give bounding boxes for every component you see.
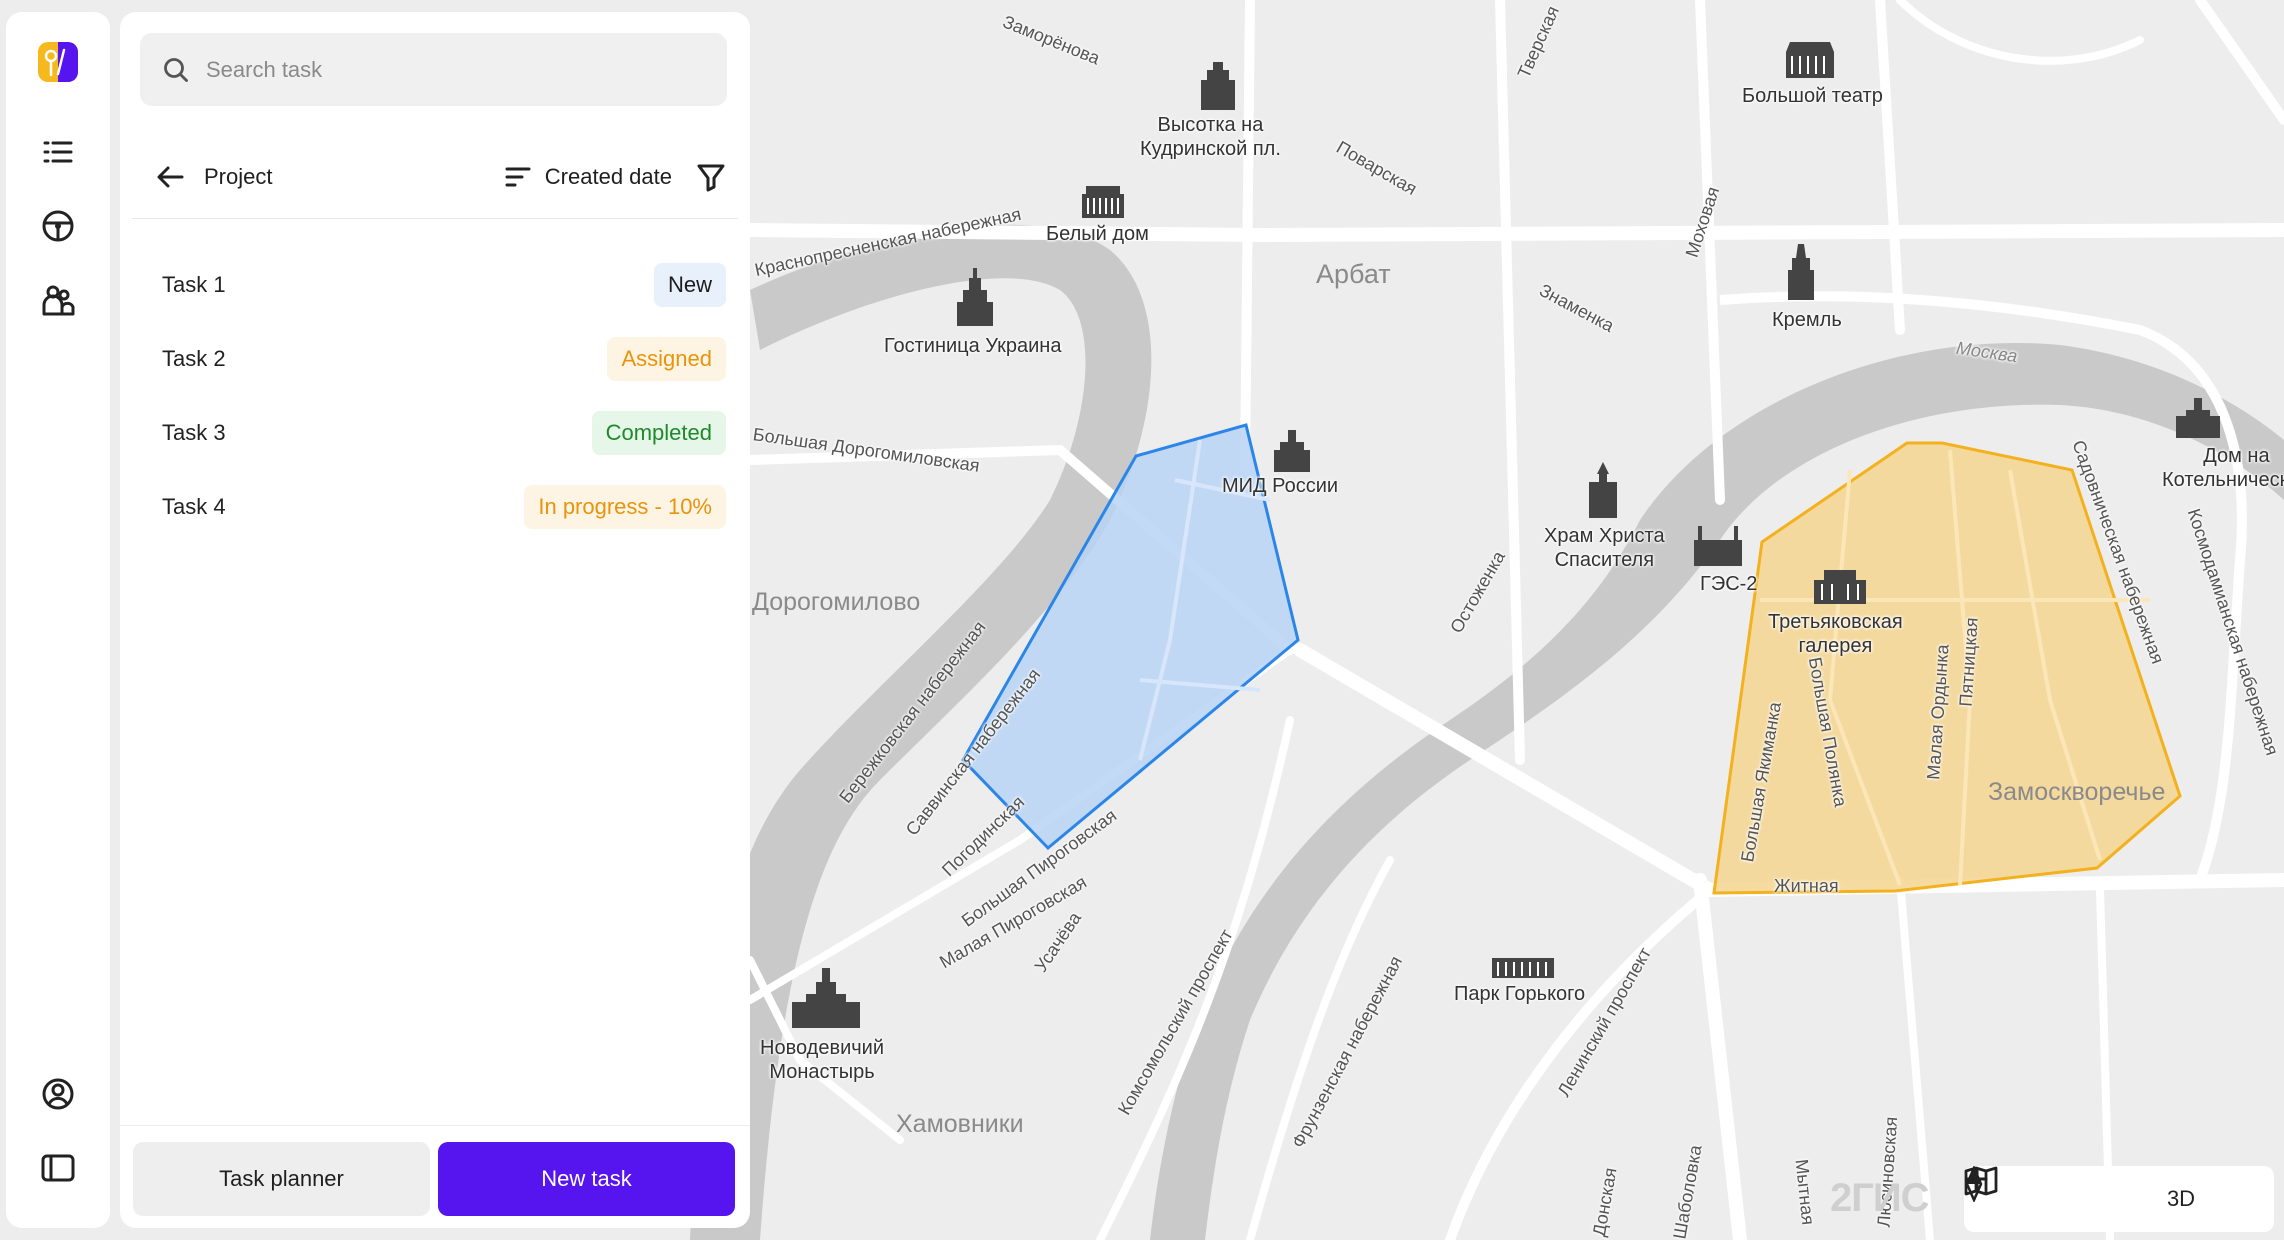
kremlin-icon — [1788, 244, 1814, 300]
task-panel: Project Created date Task 1 New Task 2 A… — [120, 12, 750, 1228]
map-label-dom-kotel: Дом на Котельнической — [2162, 445, 2284, 491]
park-gate-icon — [1492, 958, 1554, 978]
back-label: Project — [204, 164, 273, 189]
map-label-arbat: Арбат — [1316, 259, 1391, 289]
map-label-bolshoi: Большой театр — [1742, 85, 1883, 107]
map-label-kreml: Кремль — [1772, 309, 1842, 331]
map-layers-icon — [1964, 1166, 1998, 1196]
map-label-zamoskvorechye: Замоскворечье — [1988, 778, 2166, 806]
left-rail — [6, 12, 110, 1228]
gallery-icon — [1814, 570, 1866, 604]
building-icon — [1201, 62, 1235, 110]
user-circle-icon — [42, 1078, 74, 1110]
team-icon — [42, 285, 75, 316]
compass-button[interactable] — [1965, 1166, 2145, 1225]
sidebar-toggle-icon — [41, 1154, 75, 1182]
app-logo-icon — [38, 42, 78, 82]
ges-icon — [1694, 526, 1742, 566]
3d-button[interactable]: 3D — [2155, 1173, 2207, 1225]
sort-label: Created date — [544, 164, 672, 189]
task-toolbar: Project Created date — [132, 142, 738, 212]
government-building-icon — [1082, 186, 1124, 218]
theatre-icon — [1786, 42, 1834, 78]
map-label-novodevichy: Новодевичий Монастырь — [760, 1037, 885, 1083]
task-row[interactable]: Task 3 Completed — [132, 396, 738, 470]
filter-button[interactable] — [696, 162, 726, 192]
steering-wheel-icon — [42, 210, 74, 242]
task-row[interactable]: Task 1 New — [132, 248, 738, 322]
ministry-icon — [1274, 430, 1310, 472]
task-row[interactable]: Task 2 Assigned — [132, 322, 738, 396]
map-label-khamovniki: Хамовники — [896, 1110, 1024, 1138]
map-label-tretyakovka: Третьяковская галерея — [1768, 611, 1903, 657]
map-label-ukraina: Гостиница Украина — [884, 335, 1062, 357]
2gis-logo: 2ГИС — [1830, 1176, 1930, 1220]
status-badge-new: New — [653, 263, 726, 307]
search-box[interactable] — [140, 33, 727, 106]
toolbar-divider — [132, 218, 738, 219]
arrow-left-icon — [157, 166, 184, 188]
map-label-ges: ГЭС-2 — [1700, 573, 1758, 595]
map-label-bely-dom: Белый дом — [1046, 223, 1149, 245]
map-layers-button[interactable] — [1964, 1166, 2269, 1225]
back-to-project-button[interactable]: Project — [156, 164, 272, 190]
new-task-button[interactable]: New task — [438, 1142, 735, 1216]
tower-icon — [957, 268, 993, 326]
sort-button[interactable]: Created date — [505, 164, 672, 190]
map-label-vysotka: Высотка на Кудринской пл. — [1140, 114, 1281, 160]
task-name: Task 1 — [162, 272, 226, 297]
filter-icon — [697, 164, 725, 192]
status-badge-in-progress: In progress - 10% — [524, 485, 726, 529]
rail-vehicles-button[interactable] — [34, 202, 82, 250]
app-logo[interactable] — [34, 38, 82, 86]
search-icon — [164, 57, 188, 82]
footer-divider — [120, 1125, 750, 1126]
sort-icon — [505, 167, 531, 187]
zoom-in-button[interactable] — [1966, 1168, 2083, 1225]
map-controls: 3D — [1964, 1166, 2274, 1232]
task-planner-button[interactable]: Task planner — [133, 1142, 430, 1216]
3d-label: 3D — [2166, 1186, 2196, 1211]
list-icon — [43, 141, 73, 163]
task-name: Task 2 — [162, 346, 226, 371]
search-input[interactable] — [206, 56, 686, 83]
map-label-hram: Храм Христа Спасителя — [1544, 525, 1665, 571]
task-row[interactable]: Task 4 In progress - 10% — [132, 470, 738, 544]
cathedral-icon — [1589, 462, 1617, 518]
status-badge-completed: Completed — [591, 411, 726, 455]
map-label-dorogomilovo: Дорогомилово — [752, 588, 921, 616]
highrise-icon — [2176, 398, 2220, 438]
task-name: Task 4 — [162, 494, 226, 519]
rail-profile-button[interactable] — [34, 1070, 82, 1118]
rail-toggle-panel-button[interactable] — [34, 1144, 82, 1192]
task-name: Task 3 — [162, 420, 226, 445]
rail-team-button[interactable] — [34, 276, 82, 324]
task-list: Task 1 New Task 2 Assigned Task 3 Comple… — [132, 248, 738, 544]
map-label-park-gorkogo: Парк Горького — [1454, 983, 1586, 1005]
status-badge-assigned: Assigned — [607, 337, 726, 381]
map-label-zhitnaya: Житная — [1774, 876, 1839, 896]
map-label-mid: МИД России — [1222, 475, 1339, 497]
monastery-icon — [792, 968, 860, 1028]
rail-tasks-button[interactable] — [34, 128, 82, 176]
